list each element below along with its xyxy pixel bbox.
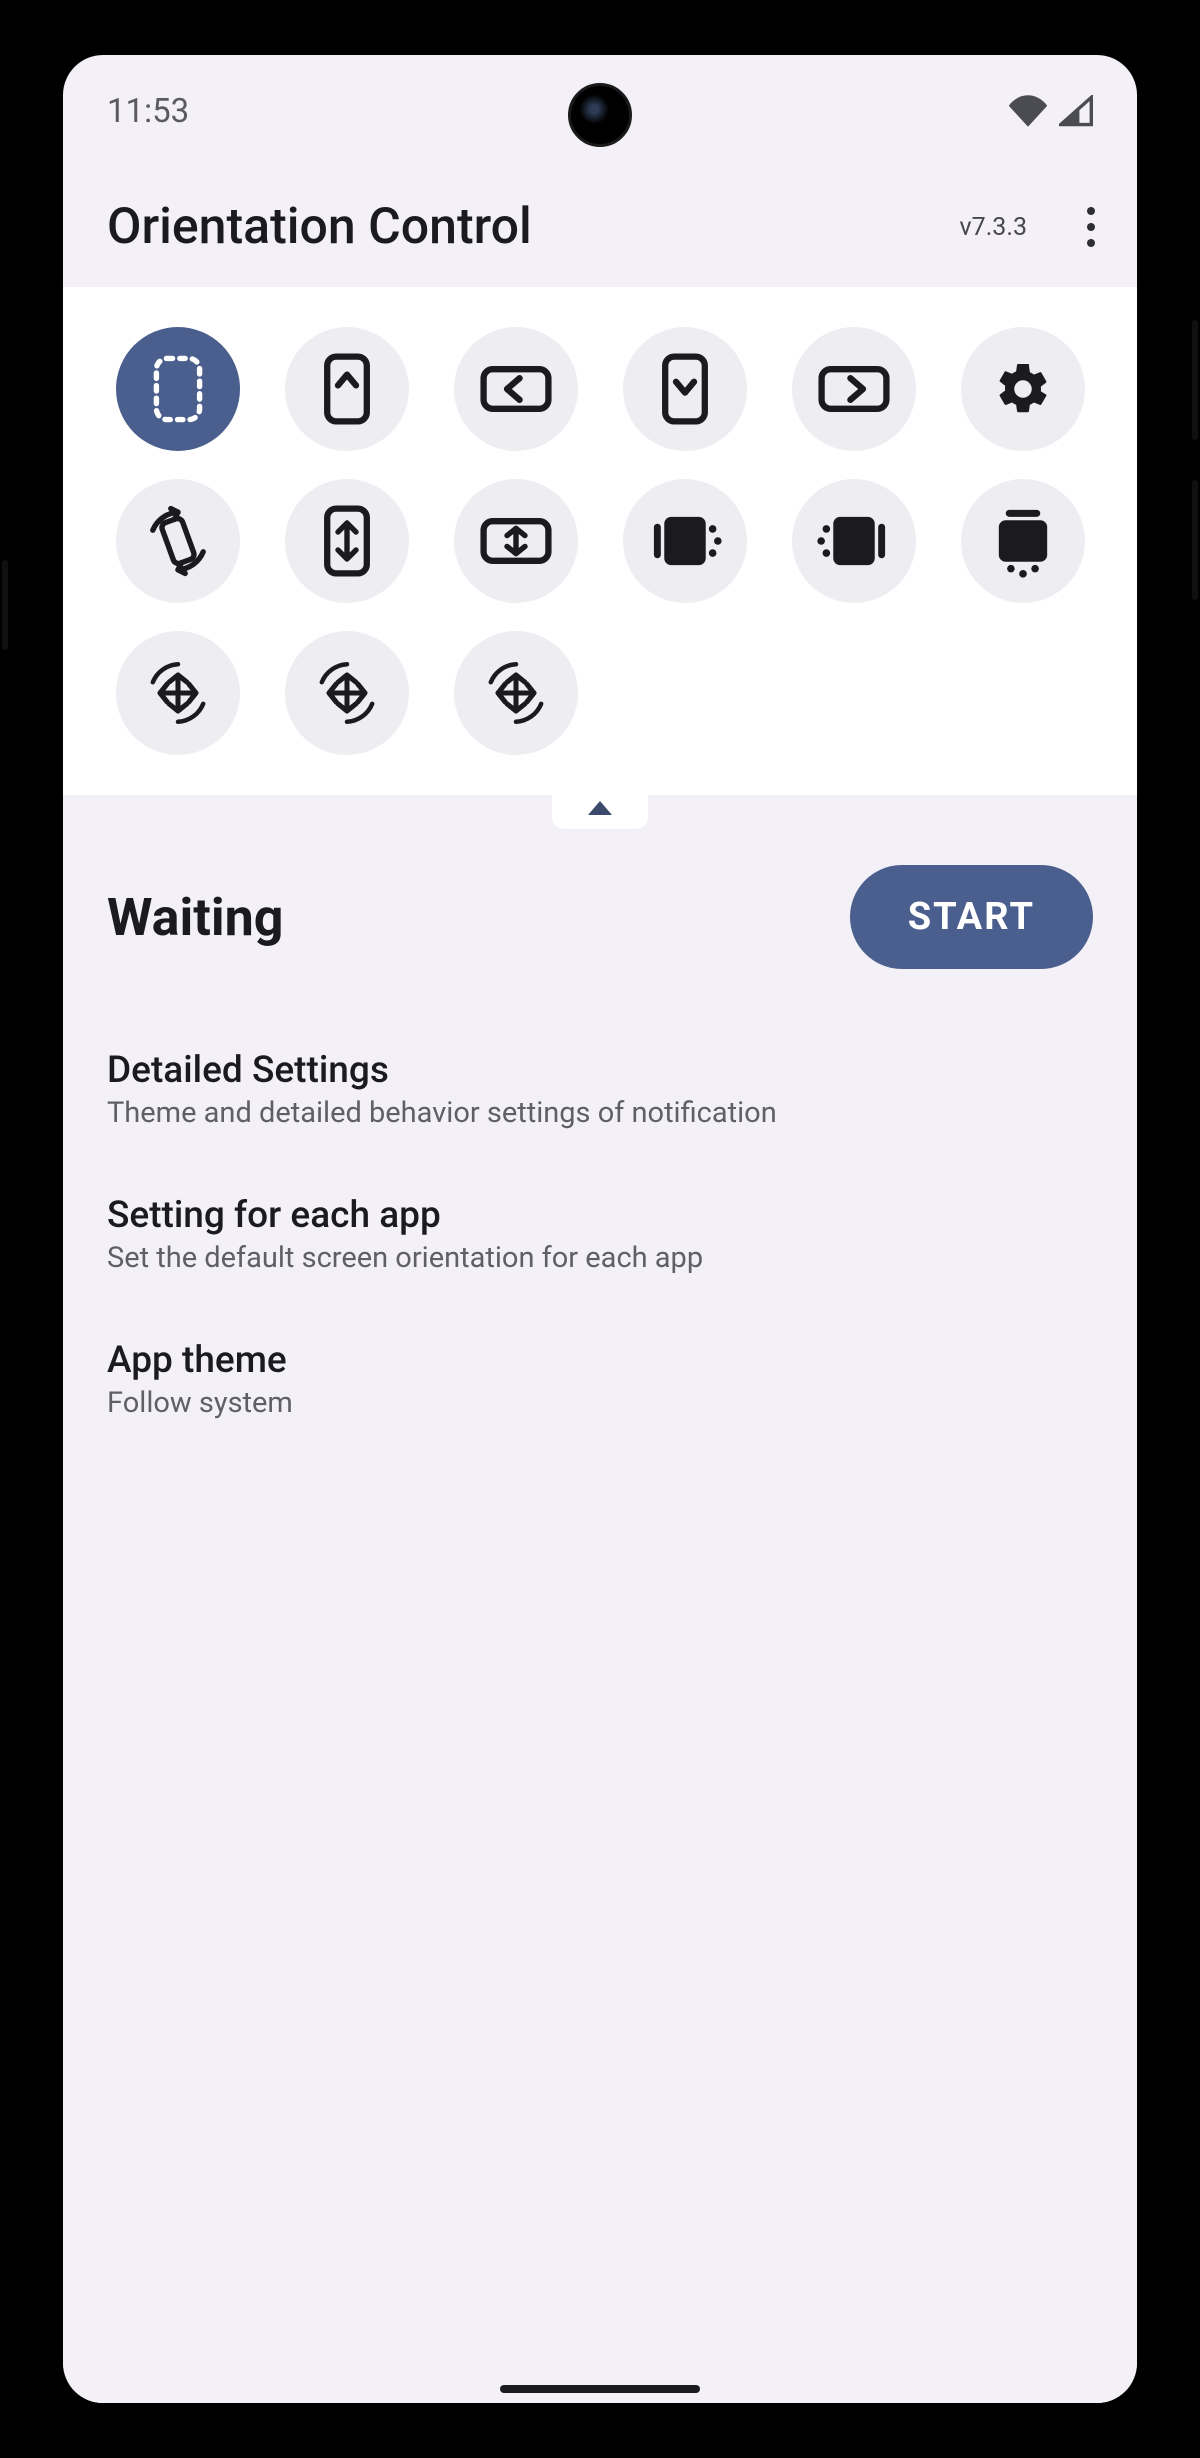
camera-punch-hole — [568, 83, 632, 147]
list-item-title: Detailed Settings — [107, 1049, 1093, 1092]
sensor-portrait-any-icon — [311, 657, 383, 729]
cell-signal-icon — [1059, 95, 1093, 127]
sensor-portrait-icon — [320, 505, 374, 577]
unspecified-icon — [151, 353, 205, 425]
orientation-auto-rotate-button[interactable] — [116, 479, 240, 603]
orientation-settings-button[interactable] — [961, 327, 1085, 451]
status-indicators — [1007, 95, 1093, 127]
app-bar: Orientation Control v7.3.3 — [63, 167, 1137, 287]
start-button[interactable]: START — [850, 865, 1093, 969]
orientation-force-landscape-button[interactable] — [623, 479, 747, 603]
orientation-full-sensor-button[interactable] — [116, 631, 240, 755]
sensor-landscape-any-icon — [480, 657, 552, 729]
list-item-subtitle: Set the default screen orientation for e… — [107, 1241, 1093, 1275]
force-portrait-icon — [995, 503, 1051, 579]
service-status-row: Waiting START — [107, 865, 1093, 969]
orientation-unspecified-button[interactable] — [116, 327, 240, 451]
list-item-subtitle: Theme and detailed behavior settings of … — [107, 1096, 1093, 1130]
list-item-title: App theme — [107, 1339, 1093, 1382]
frame-side-button — [1192, 480, 1198, 600]
orientation-sensor-portrait-any-button[interactable] — [285, 631, 409, 755]
chevron-up-icon — [588, 801, 612, 815]
list-item-title: Setting for each app — [107, 1194, 1093, 1237]
orientation-sensor-landscape-any-button[interactable] — [454, 631, 578, 755]
orientation-portrait-button[interactable] — [285, 327, 409, 451]
orientation-grid — [107, 327, 1093, 755]
portrait-down-icon — [658, 353, 712, 425]
orientation-force-portrait-button[interactable] — [961, 479, 1085, 603]
sensor-landscape-icon — [480, 514, 552, 568]
service-status-text: Waiting — [107, 887, 283, 948]
list-item-subtitle: Follow system — [107, 1386, 1093, 1420]
orientation-landscape-button[interactable] — [454, 327, 578, 451]
collapse-grid-button[interactable] — [552, 787, 648, 829]
force-landscape-left-icon — [647, 513, 723, 569]
orientation-sensor-portrait-button[interactable] — [285, 479, 409, 603]
frame-side-button — [2, 560, 8, 650]
body-area: Waiting START Detailed Settings Theme an… — [63, 795, 1137, 2403]
landscape-left-icon — [480, 362, 552, 416]
orientation-reverse-portrait-button[interactable] — [623, 327, 747, 451]
more-vert-icon — [1087, 207, 1095, 247]
force-landscape-right-icon — [816, 513, 892, 569]
status-time: 11:53 — [107, 92, 189, 131]
orientation-grid-card — [63, 287, 1137, 795]
orientation-reverse-landscape-button[interactable] — [792, 327, 916, 451]
landscape-right-icon — [818, 362, 890, 416]
phone-frame: 11:53 Orientation Control v7.3.3 — [0, 0, 1200, 2458]
frame-side-button — [1192, 320, 1198, 440]
portrait-up-icon — [320, 353, 374, 425]
orientation-force-reverse-landscape-button[interactable] — [792, 479, 916, 603]
phone-screen: 11:53 Orientation Control v7.3.3 — [63, 55, 1137, 2403]
app-title: Orientation Control — [107, 198, 532, 256]
detailed-settings-item[interactable]: Detailed Settings Theme and detailed beh… — [107, 1017, 1093, 1162]
app-version: v7.3.3 — [960, 213, 1027, 242]
orientation-sensor-landscape-button[interactable] — [454, 479, 578, 603]
per-app-settings-item[interactable]: Setting for each app Set the default scr… — [107, 1162, 1093, 1307]
wifi-icon — [1007, 95, 1049, 127]
app-theme-item[interactable]: App theme Follow system — [107, 1307, 1093, 1452]
gesture-nav-pill[interactable] — [500, 2385, 700, 2393]
overflow-menu-button[interactable] — [1061, 197, 1121, 257]
full-sensor-icon — [142, 657, 214, 729]
auto-rotate-icon — [142, 505, 214, 577]
gear-icon — [993, 359, 1053, 419]
